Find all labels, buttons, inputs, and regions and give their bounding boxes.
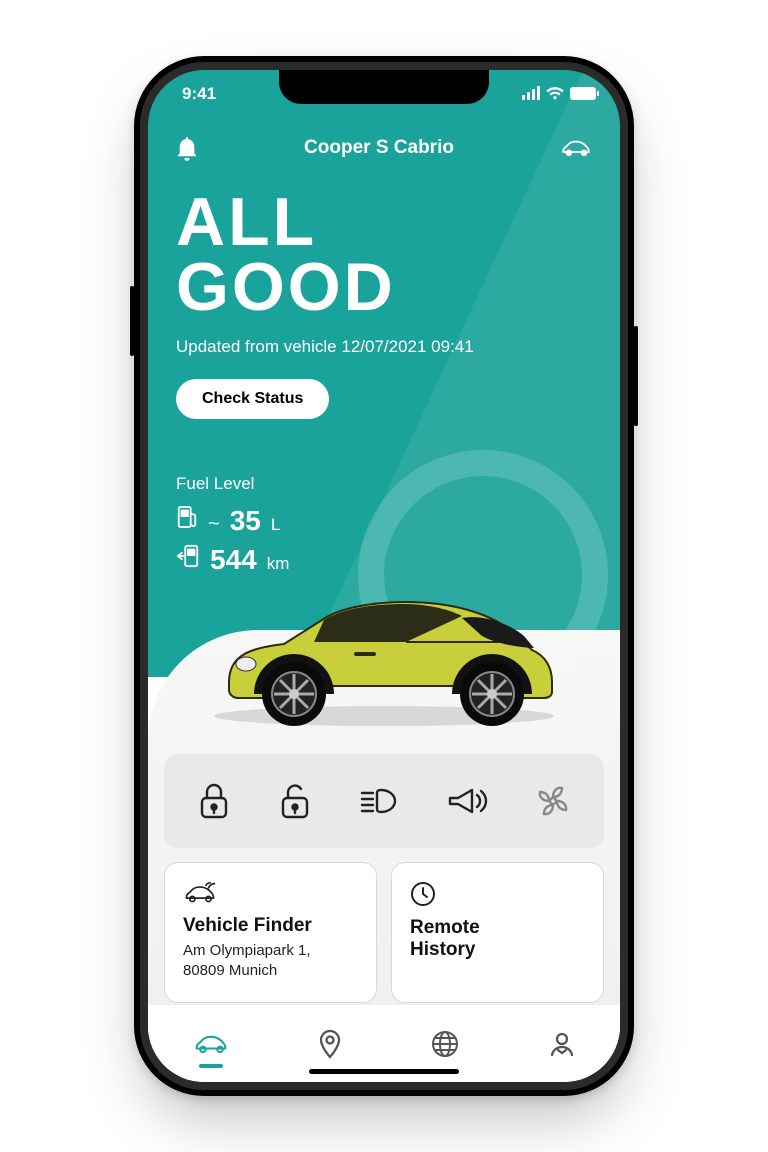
status-hero: ALLGOOD Updated from vehicle 12/07/2021 … — [176, 190, 592, 419]
fuel-section: Fuel Level ~ 35 L 544 km — [176, 474, 289, 582]
vehicle-switch-icon[interactable] — [560, 138, 592, 158]
fuel-amount-row: ~ 35 L — [176, 504, 289, 537]
status-time: 9:41 — [182, 84, 216, 104]
fuel-pump-icon — [176, 504, 198, 530]
tab-vehicle[interactable] — [179, 1024, 243, 1064]
fan-icon — [535, 783, 571, 819]
battery-icon — [570, 87, 596, 100]
last-updated: Updated from vehicle 12/07/2021 09:41 — [176, 337, 592, 357]
car-locate-icon — [183, 881, 217, 905]
fuel-range-icon — [176, 543, 200, 569]
quick-actions — [164, 754, 604, 848]
vehicle-finder-card[interactable]: Vehicle Finder Am Olympiapark 1,80809 Mu… — [164, 862, 377, 1003]
wifi-icon — [546, 87, 564, 100]
lock-button[interactable] — [191, 776, 237, 826]
cellular-signal-icon — [522, 86, 540, 100]
vehicle-finder-title: Vehicle Finder — [183, 915, 358, 937]
phone-bezel: 9:41 Cooper S Cabrio — [140, 62, 628, 1090]
headlights-button[interactable] — [353, 780, 405, 822]
lock-icon — [197, 782, 231, 820]
notifications-icon[interactable] — [176, 135, 198, 161]
fuel-label: Fuel Level — [176, 474, 289, 494]
remote-history-card[interactable]: RemoteHistory — [391, 862, 604, 1003]
horn-button[interactable] — [440, 780, 494, 822]
fuel-range: 544 — [210, 544, 257, 576]
horn-icon — [446, 786, 488, 816]
status-indicators — [522, 86, 596, 100]
pin-icon — [318, 1029, 342, 1059]
vehicle-finder-address: Am Olympiapark 1,80809 Munich — [183, 941, 358, 982]
fuel-range-unit: km — [267, 554, 290, 574]
climate-button[interactable] — [529, 777, 577, 825]
tab-explore[interactable] — [417, 1022, 473, 1066]
remote-history-title: RemoteHistory — [410, 917, 585, 961]
app-screen: 9:41 Cooper S Cabrio — [148, 70, 620, 1082]
unlock-button[interactable] — [272, 776, 318, 826]
history-icon — [410, 881, 436, 907]
controls-panel: Vehicle Finder Am Olympiapark 1,80809 Mu… — [164, 754, 604, 1003]
home-indicator[interactable] — [309, 1069, 459, 1074]
info-cards: Vehicle Finder Am Olympiapark 1,80809 Mu… — [164, 862, 604, 1003]
fuel-range-row: 544 km — [176, 543, 289, 576]
globe-icon — [431, 1030, 459, 1058]
check-status-button[interactable]: Check Status — [176, 379, 329, 419]
vehicle-name: Cooper S Cabrio — [304, 137, 454, 159]
unlock-icon — [278, 782, 312, 820]
app-header: Cooper S Cabrio — [148, 126, 620, 170]
status-headline: ALLGOOD — [176, 190, 592, 319]
phone-frame: 9:41 Cooper S Cabrio — [134, 56, 634, 1096]
tab-map[interactable] — [304, 1021, 356, 1067]
phone-notch — [279, 70, 489, 104]
car-icon — [193, 1032, 229, 1056]
tab-profile[interactable] — [534, 1022, 590, 1066]
profile-icon — [548, 1030, 576, 1058]
headlight-icon — [359, 786, 399, 816]
fuel-amount: 35 — [230, 505, 261, 537]
fuel-amount-unit: L — [271, 515, 280, 535]
vehicle-image — [194, 578, 574, 728]
